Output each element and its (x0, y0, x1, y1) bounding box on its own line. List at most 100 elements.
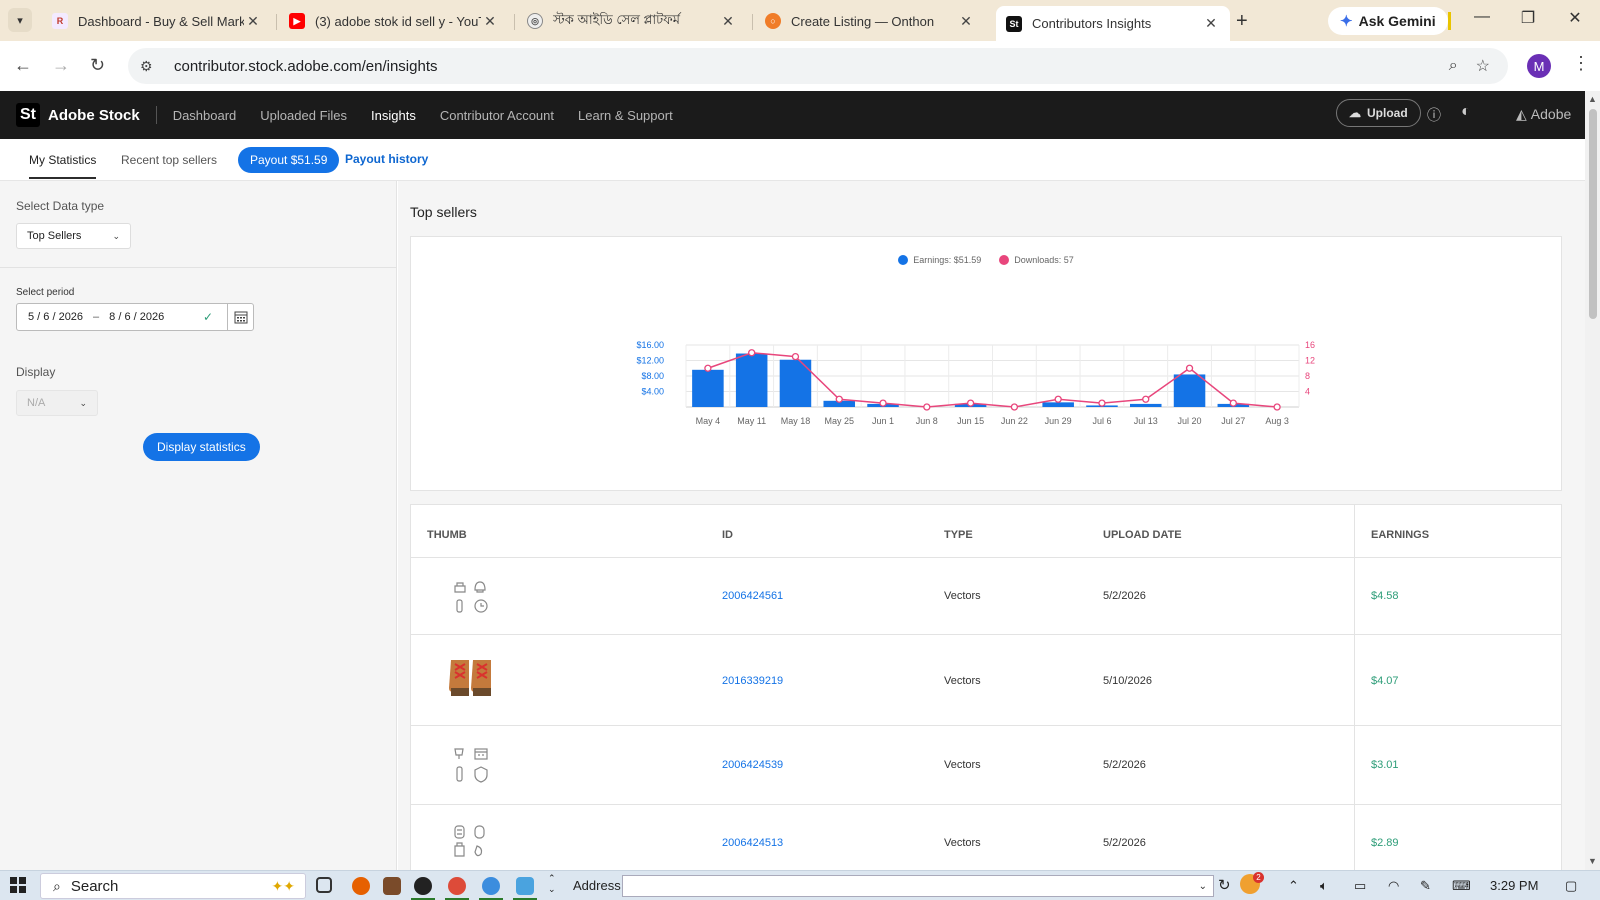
tab-search-button[interactable]: ▾ (8, 8, 32, 32)
windows-start-icon[interactable] (10, 877, 26, 896)
tab-stock-id-sell[interactable]: ◎ স্টক আইডি সেল প্লাটফর্ম ✕ (517, 6, 747, 36)
new-tab-button[interactable]: + (1236, 10, 1248, 33)
y-tick-label-left: $16.00 (636, 340, 664, 350)
close-icon[interactable]: ✕ (957, 13, 975, 30)
zoom-icon[interactable]: ⌕ (1449, 57, 1458, 75)
site-settings-icon[interactable]: ⚙ (140, 58, 160, 75)
legend-earnings[interactable]: Earnings: $51.59 (898, 255, 981, 265)
boots-thumbnail[interactable] (447, 656, 497, 705)
keyboard-icon[interactable]: ⌨ (1452, 878, 1471, 894)
address-toolbar-label: Address (573, 878, 621, 893)
legend-downloads[interactable]: Downloads: 57 (999, 255, 1074, 265)
help-icon[interactable]: ⓘ (1427, 105, 1441, 125)
calendar-icon[interactable] (227, 304, 253, 330)
app-icon[interactable] (383, 877, 401, 895)
ask-gemini-button[interactable]: ✦ Ask Gemini (1328, 7, 1448, 35)
tab-contributors-insights[interactable]: St Contributors Insights ✕ (996, 6, 1230, 41)
header-thumb: THUMB (427, 529, 467, 541)
date-range-picker[interactable]: 5 / 6 / 2026 – 8 / 6 / 2026 ✓ (16, 303, 254, 331)
tab-create-listing[interactable]: ○ Create Listing — Onthon ✕ (755, 6, 985, 36)
asset-id-link[interactable]: 2006424539 (722, 759, 783, 771)
taskbar-search[interactable]: ⌕ Search ✦✦ (40, 873, 306, 899)
task-view-icon[interactable] (316, 877, 332, 893)
address-bar[interactable]: ⚙ contributor.stock.adobe.com/en/insight… (128, 48, 1508, 84)
chrome-icon[interactable] (448, 877, 466, 895)
close-window-icon[interactable]: ✕ (1552, 8, 1598, 28)
nav-insights[interactable]: Insights (371, 108, 416, 123)
scroll-up-icon[interactable]: ▲ (1588, 94, 1597, 104)
table-row[interactable]: 2006424539 Vectors 5/2/2026 $3.01 (411, 727, 1561, 805)
close-icon[interactable]: ✕ (244, 13, 262, 30)
asset-thumbnail[interactable] (447, 576, 491, 619)
chart-legend: Earnings: $51.59 Downloads: 57 (411, 255, 1561, 265)
payout-button[interactable]: Payout $51.59 (238, 147, 340, 173)
restore-icon[interactable]: ❐ (1505, 8, 1551, 28)
forward-icon[interactable]: → (52, 55, 70, 76)
address-toolbar-arrows-icon[interactable]: ⌃ ⌄ (548, 873, 556, 895)
downloads-point (835, 395, 843, 403)
adobe-stock-logo[interactable]: St (16, 103, 40, 127)
chrome-profile-icon[interactable] (482, 877, 500, 895)
asset-id-link[interactable]: 2006424561 (722, 590, 783, 602)
legend-swatch (999, 255, 1010, 265)
asset-id-link[interactable]: 2016339219 (722, 675, 783, 687)
nav-uploaded-files[interactable]: Uploaded Files (260, 108, 347, 123)
data-type-dropdown[interactable]: Top Sellers ⌄ (16, 223, 131, 249)
scrollbar-thumb[interactable] (1589, 109, 1597, 319)
payout-history-link[interactable]: Payout history (345, 152, 428, 166)
table-row[interactable]: 2016339219 Vectors 5/10/2026 $4.07 (411, 636, 1561, 726)
back-icon[interactable]: ← (14, 55, 32, 76)
refresh-icon[interactable]: ↻ (1218, 876, 1231, 894)
date-to[interactable]: 8 / 6 / 2026 (109, 311, 164, 323)
minimize-icon[interactable]: — (1459, 8, 1505, 26)
wifi-icon[interactable]: ◠ (1388, 878, 1399, 894)
brand-name[interactable]: Adobe Stock (48, 107, 140, 124)
tab-separator (752, 14, 753, 30)
photos-icon[interactable] (516, 877, 534, 895)
close-icon[interactable]: ✕ (1202, 15, 1220, 32)
adobe-link[interactable]: ◭ Adobe (1516, 106, 1571, 123)
profile-avatar[interactable]: M (1527, 54, 1551, 78)
page-scrollbar[interactable]: ▲ ▼ (1585, 91, 1600, 870)
table-row[interactable]: 2006424561 Vectors 5/2/2026 $4.58 (411, 558, 1561, 635)
tab-dashboard[interactable]: R Dashboard - Buy & Sell Marke ✕ (42, 6, 272, 36)
more-menu-icon[interactable]: ⋮ (1572, 53, 1590, 74)
nav-dashboard[interactable]: Dashboard (173, 108, 237, 123)
bookmark-star-icon[interactable]: ☆ (1476, 56, 1490, 76)
url-text[interactable]: contributor.stock.adobe.com/en/insights (174, 58, 1449, 75)
display-value: N/A (27, 397, 46, 409)
x-tick-label: May 25 (824, 416, 854, 426)
tab-recent-top-sellers[interactable]: Recent top sellers (121, 153, 217, 167)
notifications-icon[interactable]: ▢ (1565, 878, 1577, 894)
reload-icon[interactable]: ↻ (90, 55, 105, 76)
close-icon[interactable]: ✕ (481, 13, 499, 30)
sparkle-icon: ✦✦ (271, 877, 295, 894)
address-toolbar-input[interactable]: ⌄ (622, 875, 1214, 897)
filters-panel: Select Data type Top Sellers ⌄ Select pe… (0, 181, 397, 870)
app-icon[interactable] (414, 877, 432, 895)
close-icon[interactable]: ✕ (719, 13, 737, 30)
tab-my-statistics[interactable]: My Statistics (29, 153, 97, 179)
battery-icon[interactable]: ▭ (1354, 878, 1366, 894)
asset-thumbnail[interactable] (447, 822, 491, 865)
upload-button[interactable]: ☁ Upload (1336, 99, 1421, 127)
volume-icon[interactable]: 🔈︎ (1320, 878, 1328, 894)
windows-taskbar: ⌕ Search ✦✦ ⌃ ⌄ Address ⌄ ↻ 2 ⌃ 🔈︎ ▭ ◠ ✎ … (0, 870, 1600, 900)
pen-icon[interactable]: ✎ (1420, 878, 1431, 894)
clock[interactable]: 3:29 PM (1490, 878, 1538, 893)
nav-contributor-account[interactable]: Contributor Account (440, 108, 554, 123)
asset-thumbnail[interactable] (447, 745, 491, 788)
downloads-point (879, 399, 887, 407)
display-dropdown[interactable]: N/A ⌄ (16, 390, 98, 416)
display-statistics-button[interactable]: Display statistics (143, 433, 260, 461)
user-avatar-icon[interactable]: ◐ (1461, 103, 1471, 121)
asset-id-link[interactable]: 2006424513 (722, 837, 783, 849)
notification-app-icon[interactable]: 2 (1240, 872, 1264, 897)
firefox-icon[interactable] (352, 877, 370, 895)
scroll-down-icon[interactable]: ▼ (1588, 856, 1597, 866)
chevron-down-icon[interactable]: ⌄ (1199, 881, 1207, 892)
tab-youtube[interactable]: ▶ (3) adobe stok id sell y - YouT ✕ (279, 6, 509, 36)
date-from[interactable]: 5 / 6 / 2026 (28, 311, 83, 323)
nav-learn-support[interactable]: Learn & Support (578, 108, 673, 123)
chevron-up-icon[interactable]: ⌃ (1288, 878, 1299, 894)
